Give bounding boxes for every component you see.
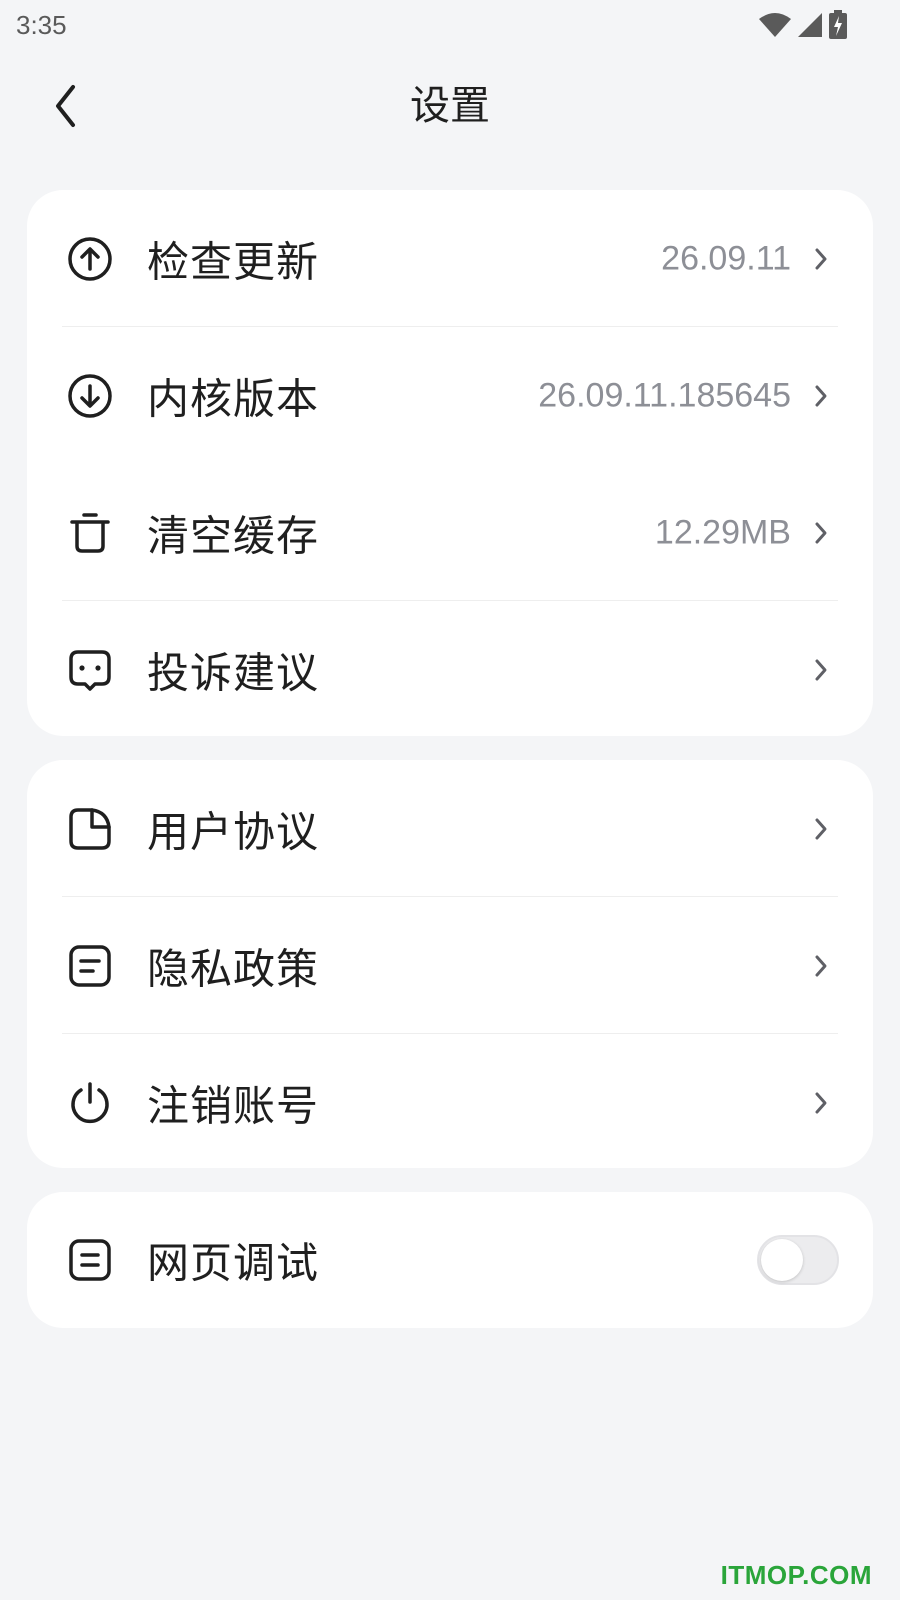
chevron-right-icon [815, 385, 827, 406]
row-privacy-policy[interactable]: 隐私政策 [27, 897, 873, 1034]
row-label: 用户协议 [147, 807, 320, 856]
settings-group-general: 检查更新 26.09.11 内核版本 26.09.11.185645 清空缓存 … [27, 190, 873, 736]
row-kernel-version[interactable]: 内核版本 26.09.11.185645 [27, 327, 873, 464]
battery-charging-icon [829, 10, 847, 39]
status-bar: 3:35 [0, 0, 900, 50]
chat-bubble-icon [69, 649, 111, 691]
row-label: 检查更新 [147, 237, 320, 286]
cache-size-value: 12.29MB [654, 513, 791, 551]
row-label: 网页调试 [147, 1238, 320, 1288]
web-debug-toggle[interactable] [757, 1235, 839, 1285]
settings-group-legal: 用户协议 隐私政策 注销账号 [27, 760, 873, 1168]
settings-group-debug: 网页调试 [27, 1192, 873, 1328]
row-label: 注销账号 [147, 1081, 320, 1130]
power-icon [71, 1081, 109, 1123]
row-delete-account[interactable]: 注销账号 [27, 1034, 873, 1168]
arrow-down-circle-icon [68, 373, 112, 418]
page-title: 设置 [410, 83, 490, 129]
chevron-right-icon [815, 818, 827, 839]
watermark: ITMOP.COM [720, 1560, 872, 1590]
row-feedback[interactable]: 投诉建议 [27, 601, 873, 736]
row-label: 清空缓存 [147, 511, 320, 560]
chevron-right-icon [815, 522, 827, 543]
row-label: 投诉建议 [147, 648, 320, 697]
chevron-right-icon [815, 659, 827, 680]
chevron-right-icon [815, 1092, 827, 1113]
chevron-right-icon [815, 955, 827, 976]
trash-icon [70, 512, 110, 553]
row-label: 隐私政策 [147, 944, 320, 993]
signal-icon [798, 13, 822, 37]
arrow-up-circle-icon [68, 236, 112, 281]
row-clear-cache[interactable]: 清空缓存 12.29MB [27, 464, 873, 601]
status-time: 3:35 [16, 10, 67, 40]
web-debug-icon [69, 1239, 111, 1281]
header: 设置 [0, 60, 900, 150]
toggle-knob [761, 1239, 803, 1281]
row-label: 内核版本 [147, 374, 320, 423]
document-icon [69, 807, 111, 850]
chevron-right-icon [815, 248, 827, 269]
kernel-version-value: 26.09.11.185645 [538, 376, 791, 414]
row-web-debug: 网页调试 [27, 1192, 873, 1328]
version-value: 26.09.11 [661, 239, 791, 277]
status-icons [758, 8, 848, 42]
note-icon [69, 944, 111, 987]
row-check-update[interactable]: 检查更新 26.09.11 [27, 190, 873, 327]
wifi-icon [759, 13, 791, 37]
row-user-agreement[interactable]: 用户协议 [27, 760, 873, 897]
